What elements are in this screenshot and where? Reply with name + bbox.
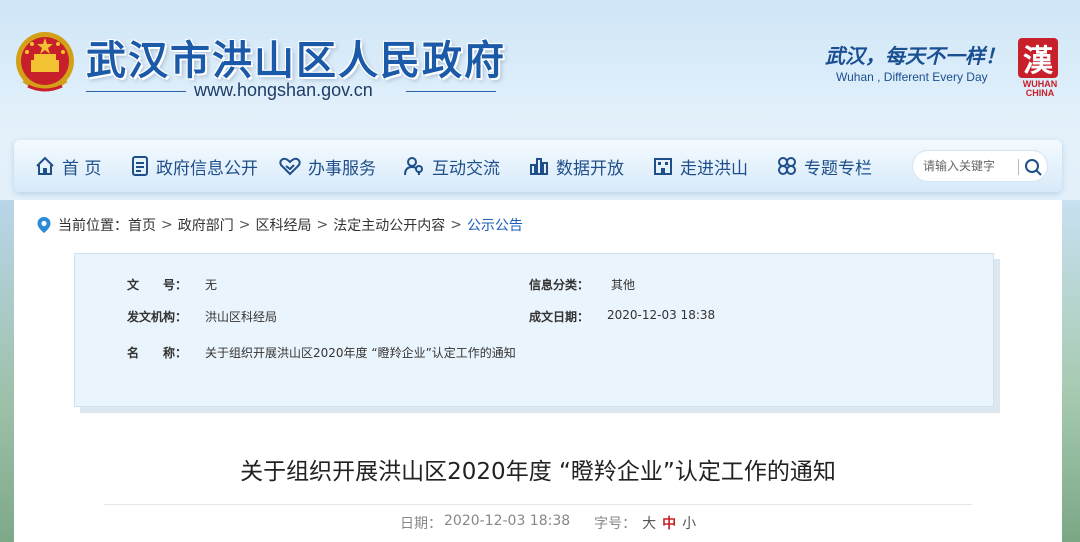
breadcrumb-separator: > (238, 217, 251, 233)
divider (406, 91, 496, 92)
building-icon (654, 158, 672, 175)
nav-item-interaction[interactable]: 互动交流 (402, 140, 500, 192)
home-icon (36, 156, 54, 175)
site-header: 武汉市洪山区人民政府 www.hongshan.gov.cn 武汉，每天不一样！… (0, 0, 1080, 140)
info-row-name: 名 称： 关于组织开展洪山区2020年度 “瞪羚企业”认定工作的通知 (127, 344, 927, 360)
wuhan-logo-icon: 漢 (1018, 38, 1058, 79)
nav-item-label: 办事服务 (308, 158, 376, 179)
search-input[interactable] (923, 157, 1017, 175)
date-value: 2020-12-03 18:38 (607, 308, 716, 322)
divider (86, 91, 186, 92)
font-size-large-button[interactable]: 大 (642, 513, 656, 533)
divider (104, 504, 972, 505)
people-icon (404, 157, 423, 176)
nav-item-open-data[interactable]: 数据开放 (528, 140, 624, 192)
background-scenery-right (1062, 200, 1080, 542)
doc-no-label: 文 号： (127, 278, 188, 292)
doc-no-value: 无 (205, 278, 218, 292)
breadcrumb-separator: > (316, 217, 329, 233)
date-meta-value: 2020-12-03 18:38 (444, 513, 571, 529)
breadcrumb: 当前位置： 首页 > 政府部门 > 区科经局 > 法定主动公开内容 > 公示公告 (36, 215, 523, 235)
nav-item-label: 首 页 (62, 158, 102, 179)
nav-item-about[interactable]: 走进洪山 (652, 140, 748, 192)
document-icon (132, 156, 148, 176)
breadcrumb-item-departments[interactable]: 政府部门 (178, 215, 234, 235)
national-emblem-icon (14, 30, 76, 100)
date-meta-label: 日期： (400, 516, 442, 532)
category-value: 其他 (611, 278, 636, 292)
breadcrumb-item-bureau[interactable]: 区科经局 (255, 215, 311, 235)
background-scenery-left (0, 200, 14, 542)
font-size-small-button[interactable]: 小 (682, 513, 696, 533)
nav-item-topics[interactable]: 专题专栏 (776, 140, 872, 192)
breadcrumb-separator: > (450, 217, 462, 233)
issuer-label: 发文机构： (127, 310, 188, 324)
nav-item-label: 互动交流 (432, 158, 500, 179)
nav-item-home[interactable]: 首 页 (34, 140, 101, 192)
location-pin-icon (37, 217, 51, 233)
font-size-label: 字号： (594, 516, 637, 532)
site-url-block: www.hongshan.gov.cn (86, 80, 496, 104)
bar-chart-icon (530, 158, 548, 175)
content-panel: 当前位置： 首页 > 政府部门 > 区科经局 > 法定主动公开内容 > 公示公告… (14, 200, 1062, 542)
name-label: 名 称： (127, 346, 188, 360)
slogan-en: Wuhan , Different Every Day (836, 70, 988, 84)
category-label: 信息分类： (529, 278, 590, 292)
search-box (912, 150, 1048, 182)
slogan: 武汉，每天不一样！ (825, 44, 1005, 68)
breadcrumb-prefix: 当前位置： (58, 218, 128, 234)
main-nav: 首 页 政府信息公开 办事服务 互动交流 数据开放 走进洪山 专题专栏 请输入关… (14, 140, 1062, 192)
clover-icon (778, 157, 796, 175)
nav-item-label: 数据开放 (556, 158, 624, 179)
nav-item-label: 走进洪山 (680, 158, 748, 179)
article-meta: 日期： 2020-12-03 18:38 字号： 大 中 小 (400, 513, 696, 533)
breadcrumb-item-home[interactable]: 首页 (128, 215, 156, 235)
info-row-date: 成文日期： 2020-12-03 18:38 (529, 308, 909, 324)
font-size-medium-button[interactable]: 中 (662, 513, 676, 533)
info-row-category: 信息分类： 其他 (529, 276, 909, 292)
breadcrumb-separator: > (161, 217, 173, 233)
date-label: 成文日期： (529, 310, 590, 324)
document-info-box: 文 号： 无 信息分类： 其他 发文机构： 洪山区科经局 成文日期： 2020-… (74, 253, 994, 407)
search-icon (1025, 159, 1042, 176)
nav-item-label: 政府信息公开 (156, 158, 258, 179)
breadcrumb-item-disclosure[interactable]: 法定主动公开内容 (333, 215, 445, 235)
nav-item-gov-info[interactable]: 政府信息公开 (130, 140, 258, 192)
search-button[interactable] (1023, 157, 1043, 177)
info-row-doc-no: 文 号： 无 (127, 276, 507, 292)
nav-item-services[interactable]: 办事服务 (278, 140, 376, 192)
divider (1018, 159, 1019, 175)
site-title: 武汉市洪山区人民政府 (86, 37, 506, 84)
name-value: 关于组织开展洪山区2020年度 “瞪羚企业”认定工作的通知 (205, 346, 516, 360)
site-url[interactable]: www.hongshan.gov.cn (194, 80, 373, 101)
nav-item-label: 专题专栏 (804, 158, 872, 179)
issuer-value: 洪山区科经局 (205, 310, 278, 324)
wuhan-logo-text: WUHAN CHINA (1022, 79, 1058, 98)
info-row-issuer: 发文机构： 洪山区科经局 (127, 308, 507, 324)
article-title: 关于组织开展洪山区2020年度 “瞪羚企业”认定工作的通知 (240, 459, 836, 485)
breadcrumb-item-announcements[interactable]: 公示公告 (467, 215, 523, 235)
handshake-icon (279, 157, 301, 176)
